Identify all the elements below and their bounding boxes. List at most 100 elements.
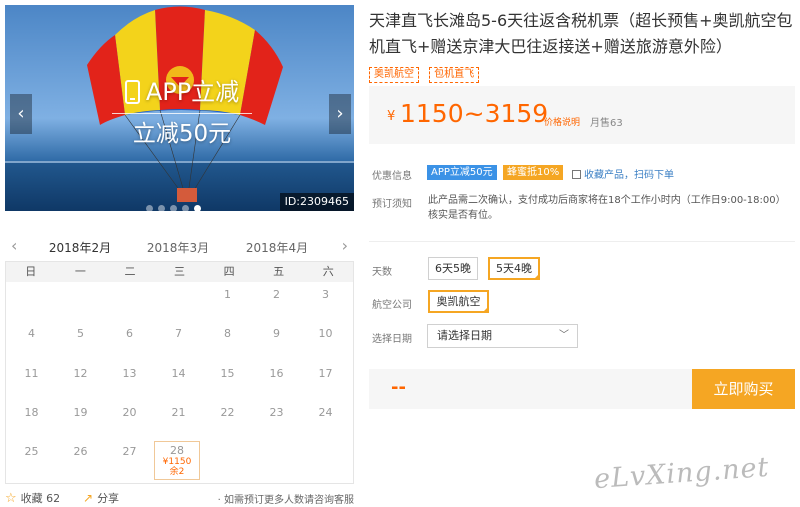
calendar-header: ‹ 2018年2月 2018年3月 2018年4月 ›	[5, 232, 354, 263]
star-icon: ☆	[5, 491, 17, 506]
banner-prev-button[interactable]: ‹	[10, 94, 32, 134]
date-select[interactable]: 请选择日期 ﹀	[427, 324, 578, 348]
scan-order-text: 收藏产品，扫码下单	[584, 170, 674, 181]
calendar-day[interactable]: 14	[154, 363, 203, 401]
calendar-day[interactable]: 15	[203, 363, 252, 401]
share-label: 分享	[97, 492, 120, 505]
calendar-day[interactable]: 19	[56, 402, 105, 440]
bottom-action-bar: ☆ 收藏 62 ↗ 分享 · 如需预订更多人数请咨询客服	[5, 489, 354, 507]
favorite-button[interactable]: ☆ 收藏 62	[5, 490, 60, 506]
share-icon: ↗	[83, 491, 94, 505]
calendar-day[interactable]: 17	[301, 363, 350, 401]
days-label: 天数	[372, 267, 392, 278]
weekday-sat: 六	[322, 265, 334, 278]
calendar-day[interactable]: 5	[56, 323, 105, 361]
weekday-wed: 三	[174, 265, 186, 278]
watermark: eLvXing.net	[593, 451, 771, 496]
calendar-day[interactable]: 10	[301, 323, 350, 361]
calendar-grid: 日 一 二 三 四 五 六 1 2 3 4 5 6 7 8 9 10 11 12 13 14 15 16 17 1…	[5, 261, 354, 484]
calendar-day[interactable]: 9	[252, 323, 301, 361]
calendar-day[interactable]: 26	[56, 441, 105, 479]
booking-hint: · 如需预订更多人数请咨询客服	[217, 495, 354, 506]
section-divider	[369, 241, 795, 242]
buy-now-button[interactable]: 立即购买	[692, 369, 795, 409]
days-option-5d4n[interactable]: 5天4晚	[488, 257, 540, 280]
pagination-dot[interactable]	[194, 205, 201, 211]
weekday-mon: 一	[74, 265, 86, 278]
promo-title: APP立减	[97, 75, 267, 109]
day-price: ¥1150	[162, 457, 192, 468]
qr-code-icon	[572, 170, 581, 179]
airline-option-okay[interactable]: 奥凯航空	[428, 290, 489, 313]
airline-label: 航空公司	[372, 300, 412, 311]
pagination-dot[interactable]	[170, 205, 177, 211]
calendar-day[interactable]: 16	[252, 363, 301, 401]
calendar-day[interactable]: 27	[105, 441, 154, 479]
scan-order-link[interactable]: 收藏产品，扫码下单	[572, 166, 674, 181]
chevron-down-icon: ﹀	[559, 330, 569, 341]
weekday-thu: 四	[223, 265, 235, 278]
product-tags: 奥凯航空 包机直飞	[369, 62, 484, 83]
monthly-sales: 月售63	[590, 118, 623, 129]
buy-bar: -- 立即购买	[369, 369, 795, 409]
calendar-day[interactable]: 20	[105, 402, 154, 440]
price-range: 1150~3159	[400, 99, 549, 128]
calendar-day[interactable]: 1	[203, 284, 252, 322]
day-number: 28	[170, 444, 184, 458]
calendar-day[interactable]: 21	[154, 402, 203, 440]
total-price: --	[391, 377, 406, 398]
promo-title-text: APP立减	[145, 78, 240, 106]
calendar-day[interactable]: 12	[56, 363, 105, 401]
chevron-right-icon[interactable]: ›	[342, 236, 348, 255]
product-title: 天津直飞长滩岛5-6天往返含税机票（超长预售+奥凯航空包机直飞+赠送京津大巴往返…	[369, 11, 793, 56]
weekday-sun: 日	[25, 265, 37, 278]
calendar-day[interactable]: 23	[252, 402, 301, 440]
month-tab-feb[interactable]: 2018年2月	[40, 239, 120, 263]
calendar-day[interactable]: 18	[7, 402, 56, 440]
promo-subtitle: 立减50元	[132, 121, 232, 147]
pagination-dot[interactable]	[182, 205, 189, 211]
calendar-day[interactable]: 22	[203, 402, 252, 440]
banner-next-button[interactable]: ›	[329, 94, 351, 134]
calendar-day[interactable]: 3	[301, 284, 350, 322]
month-tab-mar[interactable]: 2018年3月	[138, 239, 218, 256]
month-tab-apr[interactable]: 2018年4月	[237, 239, 317, 256]
promo-overlay: APP立减 立减50元	[97, 75, 267, 159]
product-id-label: ID:2309465	[279, 193, 354, 211]
day-remaining: 余2	[169, 467, 185, 478]
promo-label: 优惠信息	[372, 171, 412, 182]
phone-icon	[124, 80, 140, 104]
currency-symbol: ¥	[387, 109, 396, 124]
date-select-value: 请选择日期	[437, 329, 492, 342]
calendar-day[interactable]: 7	[154, 323, 203, 361]
booking-notice: 此产品需二次确认，支付成功后商家将在18个工作小时内（工作日9:00-18:00…	[428, 195, 786, 221]
share-button[interactable]: ↗ 分享	[83, 490, 119, 506]
calendar-day[interactable]: 4	[7, 323, 56, 361]
notice-label: 预订须知	[372, 199, 412, 210]
favorite-label: 收藏 62	[20, 492, 61, 505]
calendar-day[interactable]: 25	[7, 441, 56, 479]
hero-banner[interactable]: APP立减 立减50元 ‹ › ID:2309465	[5, 5, 354, 211]
calendar-day[interactable]: 6	[105, 323, 154, 361]
promo-divider	[112, 113, 252, 114]
weekday-tue: 二	[124, 265, 136, 278]
days-option-6d5n[interactable]: 6天5晚	[428, 257, 478, 280]
tag-charter: 包机直飞	[429, 67, 480, 83]
pagination-dot[interactable]	[158, 205, 165, 211]
pagination-dot[interactable]	[146, 205, 153, 211]
honey-discount-badge: 蜂蜜抵10%	[503, 165, 564, 180]
weekday-header: 日 一 二 三 四 五 六	[6, 262, 353, 282]
calendar-day[interactable]: 13	[105, 363, 154, 401]
app-discount-badge: APP立减50元	[427, 165, 497, 180]
price-panel: ¥ 1150~3159 价格说明 月售63	[369, 86, 795, 144]
weekday-fri: 五	[273, 265, 285, 278]
tag-airline: 奥凯航空	[369, 67, 419, 83]
calendar-day[interactable]: 28 ¥1150 余2	[154, 441, 200, 481]
price-explain-link[interactable]: 价格说明	[544, 115, 580, 128]
banner-pagination	[146, 197, 206, 211]
calendar-day[interactable]: 2	[252, 284, 301, 322]
calendar-day[interactable]: 11	[7, 363, 56, 401]
calendar-day[interactable]: 8	[203, 323, 252, 361]
calendar-day[interactable]: 24	[301, 402, 350, 440]
chevron-left-icon[interactable]: ‹	[11, 236, 17, 255]
